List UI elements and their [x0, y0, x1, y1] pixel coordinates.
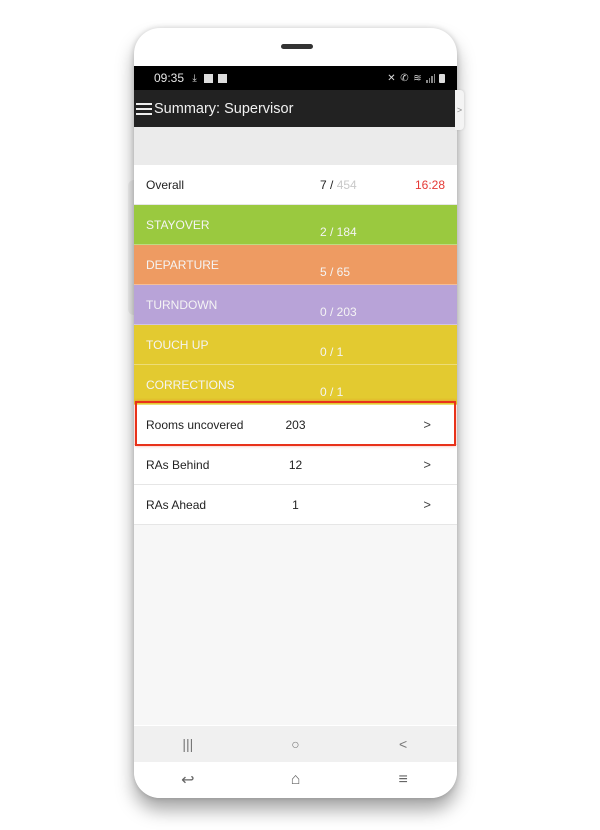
wifi-calling-icon: ✆ [400, 72, 409, 84]
header-spacer [134, 127, 457, 165]
status-bar: 09:35 ⤓ ✕ ✆ ≋ [134, 66, 457, 90]
mute-icon: ✕ [387, 72, 396, 84]
overall-done: 7 / [320, 177, 334, 192]
detail-value: 1 [292, 497, 299, 512]
overall-row: Overall 7 / 454 16:28 [134, 165, 457, 205]
overall-progress: 7 / 454 [320, 178, 357, 192]
wifi-icon: ≋ [413, 72, 422, 84]
category-row-stayover[interactable]: STAYOVER 2 / 184 [134, 205, 457, 245]
status-time: 09:35 [154, 71, 185, 85]
chevron-right-icon[interactable]: > [423, 497, 431, 512]
category-row-corrections[interactable]: CORRECTIONS 0 / 1 [134, 365, 457, 405]
category-row-departure[interactable]: DEPARTURE 5 / 65 [134, 245, 457, 285]
category-label: STAYOVER [146, 217, 210, 232]
hamburger-icon[interactable] [136, 102, 152, 115]
page-title: Summary: Supervisor [154, 100, 294, 117]
recents-button[interactable]: ||| [168, 736, 208, 752]
summary-list: Overall 7 / 454 16:28 STAYOVER 2 / 184 DEP… [134, 165, 457, 725]
checkbox-icon [218, 73, 228, 83]
category-label: CORRECTIONS [146, 377, 235, 392]
category-label: TOUCH UP [146, 337, 209, 352]
signal-icon [426, 73, 435, 83]
battery-icon [439, 73, 445, 83]
category-value-text: 2 / 184 [320, 224, 357, 239]
detail-value: 203 [285, 417, 306, 432]
detail-value: 12 [288, 457, 303, 472]
device-back-icon[interactable]: ↩ [168, 770, 208, 790]
category-value-text: 0 / 1 [320, 344, 344, 359]
device-menu-icon[interactable]: ≡ [383, 771, 423, 789]
detail-row-rooms-uncovered[interactable]: Rooms uncovered 203 > [134, 405, 457, 445]
category-label: TURNDOWN [146, 297, 218, 312]
chevron-right-icon[interactable]: > [423, 417, 431, 432]
image-icon [204, 73, 214, 83]
category-value-text: 5 / 65 [320, 264, 351, 279]
android-nav-bar: ||| ○ < [134, 726, 457, 762]
chevron-right-icon[interactable]: > [423, 457, 431, 472]
speaker-grille [281, 44, 313, 49]
category-row-turndown[interactable]: TURNDOWN 0 / 203 [134, 285, 457, 325]
download-icon: ⤓ [192, 72, 197, 84]
category-row-touch-up[interactable]: TOUCH UP 0 / 1 [134, 325, 457, 365]
home-button[interactable]: ○ [275, 736, 315, 752]
device-home-icon[interactable]: ⌂ [275, 771, 315, 789]
overall-time: 16:28 [414, 177, 445, 192]
phone-frame: 09:35 ⤓ ✕ ✆ ≋ Summary: Supervisor Overal… [134, 28, 457, 798]
detail-row-ras-ahead[interactable]: RAs Ahead 1 > [134, 485, 457, 525]
device-nav-bar: ↩ ⌂ ≡ [134, 762, 457, 798]
overall-total: 454 [336, 177, 357, 192]
side-panel-handle[interactable]: > [455, 90, 464, 130]
detail-row-ras-behind[interactable]: RAs Behind 12 > [134, 445, 457, 485]
overall-label: Overall [146, 177, 185, 192]
category-value-text: 0 / 1 [320, 384, 344, 399]
category-label: DEPARTURE [146, 257, 219, 272]
back-button[interactable]: < [383, 736, 423, 752]
app-bar: Summary: Supervisor [134, 90, 457, 127]
category-value-text: 0 / 203 [320, 304, 357, 319]
